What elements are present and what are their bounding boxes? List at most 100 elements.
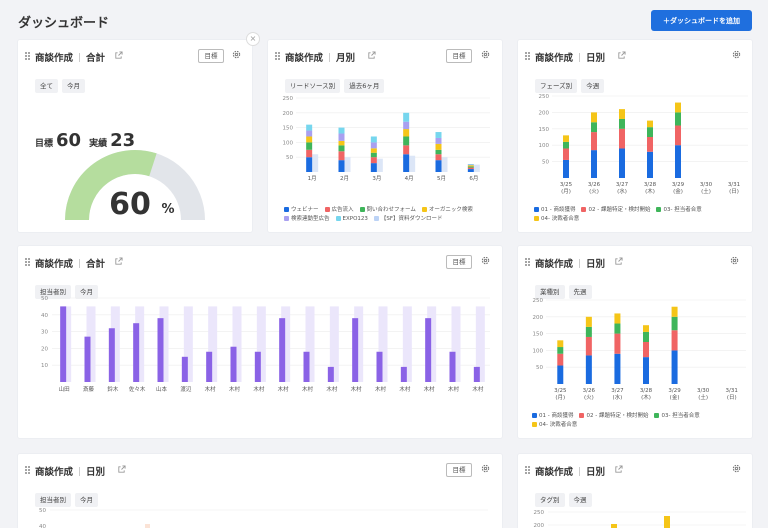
bar-segment [643,331,649,342]
bar [376,351,383,382]
bar [133,323,140,382]
bar-segment [403,121,410,130]
external-link-icon[interactable] [614,465,623,474]
drag-handle-icon[interactable] [525,52,530,60]
gear-icon[interactable] [731,463,742,474]
bar-segment [557,365,564,384]
drag-handle-icon[interactable] [25,466,30,474]
drag-handle-icon[interactable] [525,258,530,266]
close-icon[interactable]: × [246,32,260,46]
external-link-icon[interactable] [114,257,123,266]
bar [303,351,310,382]
drag-handle-icon[interactable] [25,52,30,60]
card-subtitle: 合計 [86,259,106,270]
legend-item: 問い合わせフォーム [359,206,416,215]
external-link-icon[interactable] [114,51,123,60]
bar-segment [306,130,313,137]
x-tick-label: 木村 [375,385,387,393]
legend-swatch [656,206,662,212]
x-tick-label: 3/30 [697,388,710,394]
legend-label: オーガニック検索 [428,207,473,213]
card-title-text: 商談作成 [535,53,574,64]
goal-button[interactable]: 目標 [198,49,224,63]
bar-segment [467,164,474,166]
drag-handle-icon[interactable] [525,466,530,474]
x-tick-label: (木) [641,393,651,401]
card-title: 商談作成 日別 [535,50,605,64]
gauge-unit: % [161,202,174,217]
external-link-icon[interactable] [614,257,623,266]
page-title: ダッシュボード [18,16,110,31]
x-tick-label: 3/29 [672,182,685,188]
bar-segment [403,136,410,146]
bar-segment [591,132,597,151]
drag-handle-icon[interactable] [25,258,30,266]
bar-segment [467,166,474,168]
gear-icon[interactable] [480,255,491,266]
x-tick-label: 2月 [340,175,349,182]
x-tick-label: 1月 [308,175,317,182]
external-link-icon[interactable] [617,51,626,60]
bar-segment [435,132,442,138]
secondary-bar [441,157,448,172]
bar-segment [467,165,474,167]
filter-chip[interactable]: リードソース別 [285,79,341,93]
x-tick-label: 木村 [278,385,290,393]
gauge-value: 60 [109,187,151,222]
goal-button[interactable]: 目標 [446,49,472,63]
x-tick-label: (火) [589,189,599,195]
bar-segment [306,136,313,143]
bar [181,356,188,382]
external-link-icon[interactable] [367,51,376,60]
goal-button[interactable]: 目標 [446,255,472,269]
x-tick-label: 3月 [372,175,381,182]
bar-segment [614,353,621,384]
x-tick-label: (日) [727,394,737,401]
legend-item: 03- 担当者合意 [654,412,700,421]
goal-button[interactable]: 目標 [446,463,472,477]
x-tick-label: 3/28 [644,182,657,188]
gear-icon[interactable] [731,49,742,60]
bar-segment [675,145,681,178]
bar [425,318,432,382]
drag-handle-icon[interactable] [275,52,280,60]
gauge-chart: 60% [65,150,205,222]
bar-segment [591,122,597,133]
card-title-text: 商談作成 [35,467,74,478]
bar [279,318,286,382]
bar-segment [557,347,564,354]
card-title-text: 商談作成 [535,467,574,478]
filter-chip[interactable]: 全て [35,79,58,93]
bar-segment [675,112,681,126]
bar-segment [338,133,345,141]
x-tick-label: 木村 [424,385,436,393]
secondary-bar [344,157,351,172]
card-daily-industry-chart: 商談作成 日別 業種別 先週 50 100 150 200 250 3/25 (月) 3/26 (火… [518,246,752,438]
gear-icon[interactable] [480,49,491,60]
gear-icon[interactable] [231,49,242,60]
filter-chip[interactable]: 過去6ヶ月 [344,79,385,93]
legend-swatch [534,206,539,212]
bar-segment [585,326,592,337]
x-tick-label: (水) [613,393,623,401]
add-dashboard-button[interactable]: ＋ダッシュボードを追加 [651,10,752,31]
filter-chips: 担当者別 今月 [35,279,102,299]
bar-segment [585,355,592,384]
filter-chips: リードソース別 過去6ヶ月 [285,73,388,93]
card-header: 商談作成 合計 目標 [18,40,252,70]
card-subtitle: 日別 [86,467,106,478]
external-link-icon[interactable] [117,465,126,474]
gear-icon[interactable] [480,463,491,474]
filter-chip[interactable]: 今月 [62,79,85,93]
legend-swatch [421,206,427,212]
legend-label: 01 - 商談獲得 [541,207,576,213]
bar-segment [403,154,410,172]
x-tick-label: 3/29 [668,388,681,394]
bar-segment [671,316,678,331]
card-title: 商談作成 月別 [285,50,355,64]
x-tick-label: 3/27 [616,182,629,188]
gear-icon[interactable] [729,255,740,266]
x-tick-label: 3/26 [583,388,596,394]
bar-segment [370,142,377,149]
filter-chips: タグ別 今週 [535,487,596,507]
